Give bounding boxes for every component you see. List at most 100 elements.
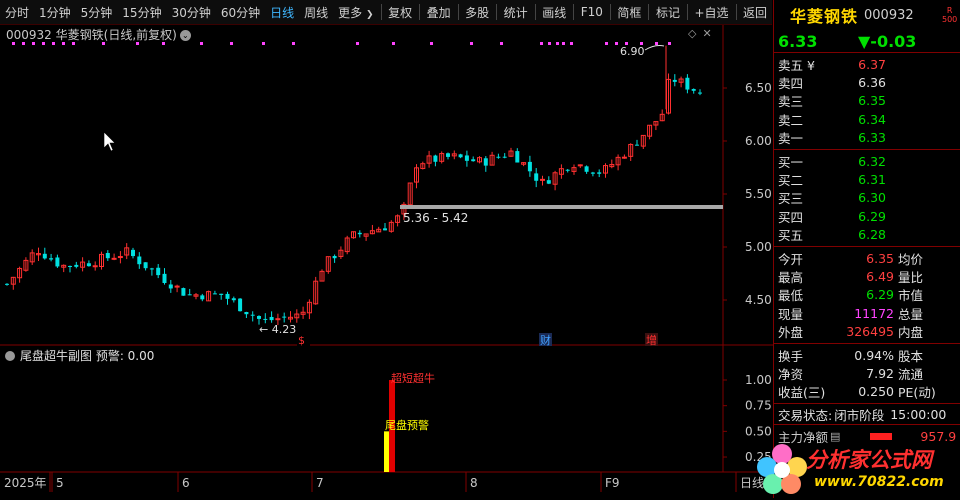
buy-price: 6.31	[858, 172, 886, 188]
candle-body-down	[244, 312, 249, 315]
candle-body-down	[672, 79, 677, 82]
sell-row[interactable]: 卖四 6.36	[774, 73, 960, 91]
sell-row[interactable]: 卖一 6.33	[774, 129, 960, 147]
sell-label: 卖二	[778, 112, 804, 128]
buy-orders: 买一 6.32 买二 6.31 买三 6.30 买四 6.29 买五 6.28	[774, 150, 960, 247]
candle-body-down	[269, 316, 274, 321]
candle-body-down	[168, 284, 173, 289]
quote-stats-2: 换手 0.94% 股本 净资 7.92 流通 收益(三) 0.250 PE(动)	[774, 344, 960, 405]
date-tick-label: 8	[470, 476, 478, 490]
signal-dot	[470, 42, 473, 45]
trade-status-time: 15:00:00	[890, 406, 947, 422]
candle-body-down	[74, 264, 79, 267]
stat-row: 最低 6.29 市值	[774, 286, 960, 304]
stock-name: 华菱钢铁	[790, 7, 859, 26]
kline-chart[interactable]: 6.50 6.00 5.50 5.00 4.50 5.36 - 5.42 6.90 ← 4.2…	[0, 0, 773, 498]
rank-badge: R 500	[942, 6, 957, 24]
signal-dot	[668, 42, 671, 45]
stat-value: 6.35	[866, 250, 894, 266]
candle-body-down	[565, 169, 570, 171]
signal-dot	[430, 42, 433, 45]
logo-url: www.70822.com	[814, 474, 944, 490]
last-price-row: 6.33 ▼-0.03	[774, 30, 960, 53]
stat-row: 今开 6.35 均价	[774, 249, 960, 267]
signal-dot	[32, 42, 35, 45]
price-tick-label: 6.00	[745, 134, 772, 148]
sell-price: 6.36	[858, 75, 886, 91]
signal-dot	[392, 42, 395, 45]
sell-price: 6.34	[858, 111, 886, 127]
stat-label-2: PE(动)	[898, 385, 936, 401]
chevron-down-icon	[5, 351, 15, 361]
candle-body-down	[534, 173, 539, 181]
sell-price: 6.35	[858, 93, 886, 109]
signal-dot	[72, 42, 75, 45]
stat-label: 现量	[778, 306, 804, 322]
candle-body-down	[225, 293, 230, 299]
candle-body-down	[357, 232, 362, 235]
trade-status-label: 交易状态:	[778, 407, 833, 423]
buy-row[interactable]: 买二 6.31	[774, 170, 960, 188]
signal-dot	[12, 42, 15, 45]
signal-dot	[52, 42, 55, 45]
candle-body-up	[174, 285, 180, 288]
date-tick-label: 5	[56, 476, 64, 490]
sub-tick-label: 1.00	[745, 373, 772, 387]
sell-row[interactable]: 卖五 ¥ 6.37	[774, 55, 960, 73]
stat-value: 6.49	[866, 268, 894, 284]
sell-row[interactable]: 卖三 6.35	[774, 92, 960, 110]
trade-status: 交易状态: 闭市阶段 15:00:00	[774, 404, 960, 426]
site-logo: 分析家公式网 www.70822.com	[750, 438, 960, 498]
stat-row: 换手 0.94% 股本	[774, 346, 960, 364]
price-tick-label: 6.50	[745, 81, 772, 95]
high-price-label: 6.90	[620, 45, 645, 58]
date-tick-label: 7	[316, 476, 324, 490]
candle-body-down	[597, 172, 602, 174]
candle-body-down	[86, 263, 91, 267]
buy-price: 6.29	[858, 208, 886, 224]
quote-header: 华菱钢铁 000932	[774, 0, 960, 30]
candle-body-down	[483, 158, 488, 166]
candle-body-down	[105, 252, 110, 259]
event-marker: $	[298, 334, 305, 347]
candle-body-down	[181, 288, 186, 296]
stat-label-2: 流通	[898, 366, 924, 382]
buy-row[interactable]: 买三 6.30	[774, 189, 960, 207]
stat-label: 换手	[778, 348, 804, 364]
candle-body-up	[92, 265, 98, 268]
buy-row[interactable]: 买一 6.32	[774, 152, 960, 170]
buy-row[interactable]: 买四 6.29	[774, 207, 960, 225]
candle-body-down	[219, 293, 224, 295]
candle-body-up	[540, 178, 545, 181]
candle-body-down	[590, 172, 595, 174]
signal-dot	[22, 42, 25, 45]
signal-dot	[292, 42, 295, 45]
candle-body-down	[231, 298, 236, 301]
candle-body-down	[471, 159, 476, 162]
stat-value: 11172	[854, 305, 894, 321]
candle-body-down	[162, 273, 167, 284]
event-marker: 财	[540, 333, 551, 347]
buy-row[interactable]: 买五 6.28	[774, 226, 960, 244]
stat-row: 外盘 326495 内盘	[774, 322, 960, 340]
sub-tick-label: 0.50	[745, 424, 772, 438]
signal-dot	[162, 42, 165, 45]
stat-label-2: 内盘	[898, 325, 924, 341]
candle-body-down	[68, 265, 72, 267]
stat-value: 0.94%	[854, 347, 894, 363]
sell-price: 6.37	[858, 56, 886, 72]
candle-body-down	[584, 166, 589, 172]
stat-label-2: 量比	[898, 270, 924, 285]
candle-body-down	[263, 318, 268, 320]
candle-body-down	[149, 268, 154, 270]
quote-panel: 华菱钢铁 000932 R 500 6.33 ▼-0.03 卖五 ¥ 6.37 卖四…	[773, 0, 960, 498]
sell-row[interactable]: 卖二 6.34	[774, 110, 960, 128]
sell-label: 卖五 ¥	[778, 57, 815, 73]
stat-row: 现量 11172 总量	[774, 304, 960, 322]
high-pointer-arrow	[644, 45, 665, 51]
rank-badge-bottom: 500	[942, 15, 958, 24]
candle-body-down	[42, 253, 47, 259]
candle-body-down	[49, 258, 54, 260]
candle-body-down	[698, 92, 702, 94]
candle-body-down	[187, 294, 192, 296]
